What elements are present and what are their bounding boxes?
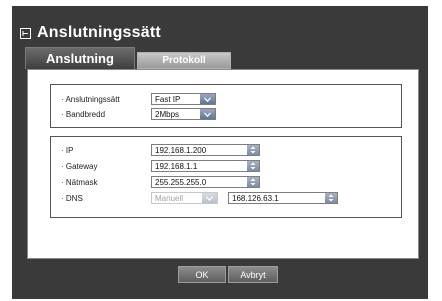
gateway-row: · Gateway bbox=[61, 159, 143, 173]
bandwidth-label: · Bandbredd bbox=[61, 109, 106, 119]
tab-protokoll[interactable]: Protokoll bbox=[137, 52, 231, 69]
netmask-value: 255.255.255.0 bbox=[155, 177, 207, 187]
spin-updown-icon[interactable] bbox=[325, 193, 337, 203]
chevron-down-icon[interactable] bbox=[202, 193, 217, 203]
dns-value: 168.126.63.1 bbox=[232, 193, 279, 203]
ok-button[interactable]: OK bbox=[178, 266, 226, 283]
spin-updown-icon[interactable] bbox=[247, 177, 259, 187]
chevron-down-icon[interactable] bbox=[200, 94, 215, 104]
netmask-row: · Nätmask bbox=[61, 175, 143, 189]
ip-input[interactable]: 192.168.1.200 bbox=[151, 144, 260, 156]
dns-mode-select[interactable]: Manuell bbox=[151, 192, 218, 204]
netmask-input[interactable]: 255.255.255.0 bbox=[151, 176, 260, 188]
gateway-value: 192.168.1.1 bbox=[155, 161, 198, 171]
connection-type-label: · Anslutningssätt bbox=[61, 94, 120, 104]
gateway-label: · Gateway bbox=[61, 161, 98, 171]
page-title: Anslutningssätt bbox=[37, 24, 161, 41]
cancel-button[interactable]: Avbryt bbox=[228, 266, 278, 283]
dns-input[interactable]: 168.126.63.1 bbox=[228, 192, 338, 204]
ip-row: · IP bbox=[61, 143, 143, 157]
connection-type-select[interactable]: Fast IP bbox=[151, 93, 216, 105]
bandwidth-select[interactable]: 2Mbps bbox=[151, 108, 216, 120]
network-group: · IP 192.168.1.200 · Gateway 192.168.1.1… bbox=[50, 136, 402, 218]
bandwidth-value: 2Mbps bbox=[155, 109, 180, 119]
dns-mode-value: Manuell bbox=[155, 193, 184, 203]
network-icon bbox=[20, 27, 31, 39]
ip-value: 192.168.1.200 bbox=[155, 145, 207, 155]
settings-panel: · Anslutningssätt Fast IP · Bandbredd 2M… bbox=[27, 69, 419, 259]
connection-type-value: Fast IP bbox=[155, 94, 181, 104]
spin-updown-icon[interactable] bbox=[247, 161, 259, 171]
chevron-down-icon[interactable] bbox=[200, 109, 215, 119]
button-bar: OK Avbryt bbox=[27, 262, 419, 289]
dns-label: · DNS bbox=[61, 193, 83, 203]
connection-type-row: · Anslutningssätt bbox=[61, 92, 143, 106]
spin-updown-icon[interactable] bbox=[247, 145, 259, 155]
ip-label: · IP bbox=[61, 145, 74, 155]
tab-anslutning[interactable]: Anslutning bbox=[25, 47, 135, 69]
netmask-label: · Nätmask bbox=[61, 177, 98, 187]
connection-group: · Anslutningssätt Fast IP · Bandbredd 2M… bbox=[50, 84, 402, 128]
title-bar: Anslutningssätt bbox=[20, 20, 161, 46]
dns-row: · DNS bbox=[61, 191, 143, 205]
gateway-input[interactable]: 192.168.1.1 bbox=[151, 160, 260, 172]
bandwidth-row: · Bandbredd bbox=[61, 107, 143, 121]
